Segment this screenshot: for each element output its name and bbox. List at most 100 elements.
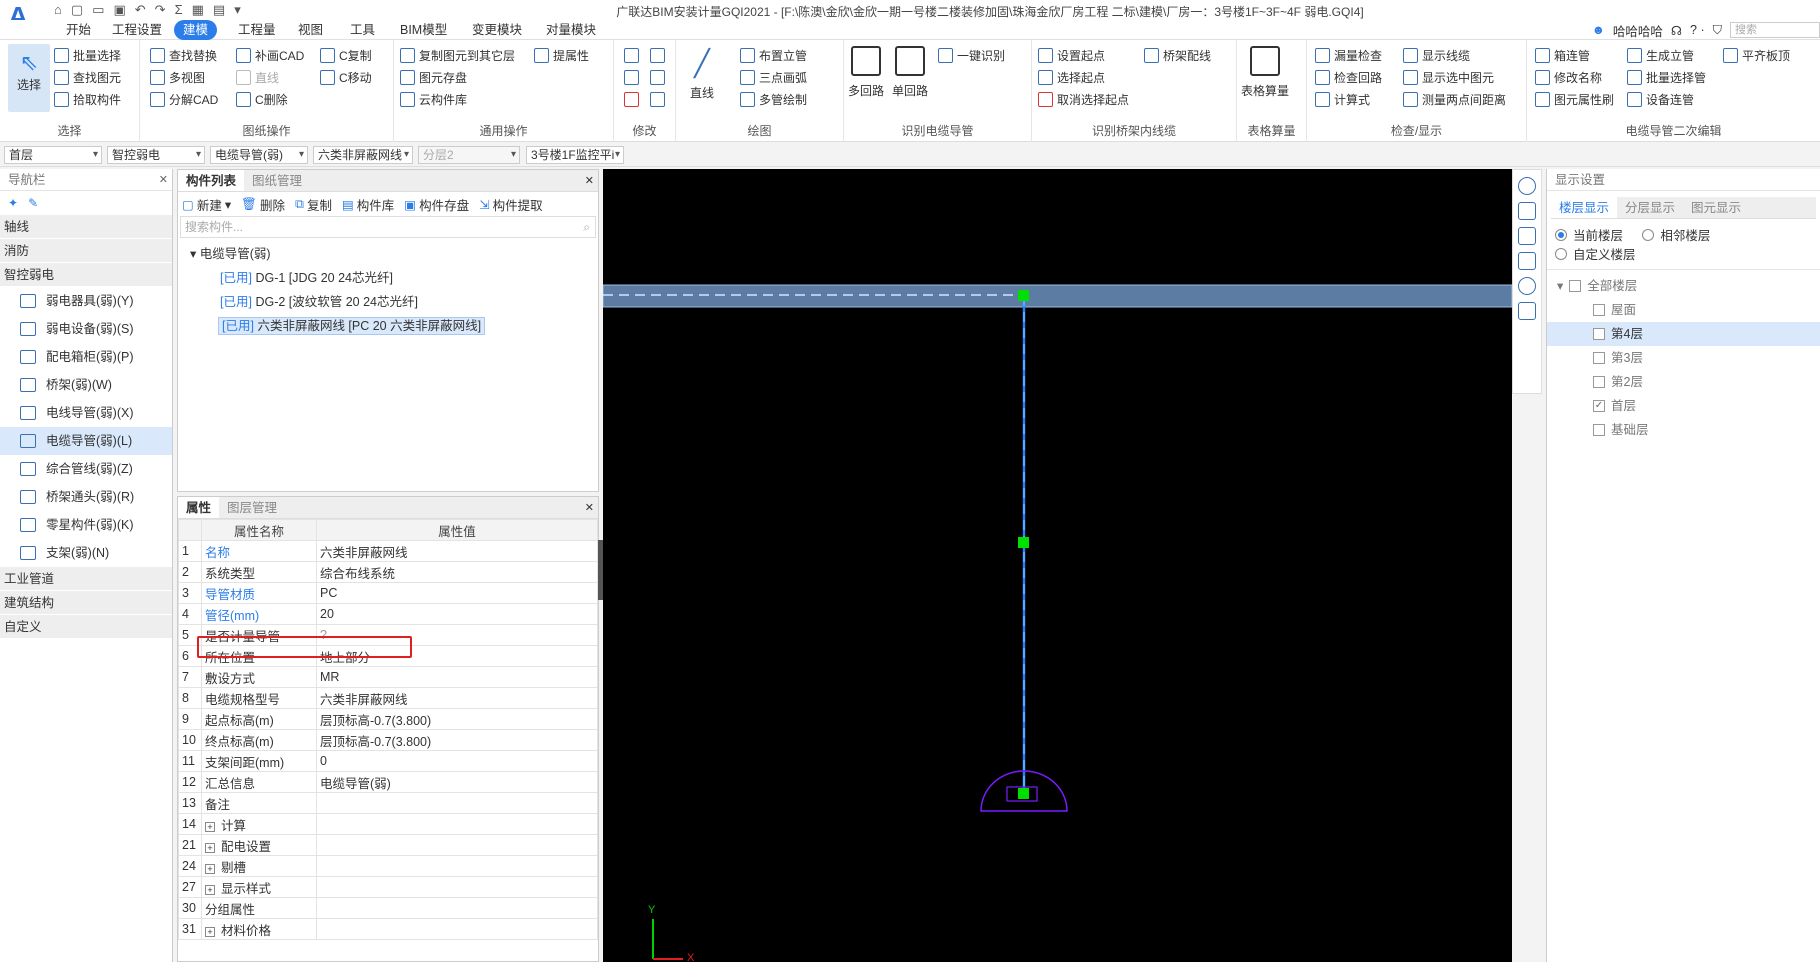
delete-icon[interactable] (624, 90, 639, 108)
nav-category-fire[interactable]: 消防 (0, 239, 172, 263)
property-value[interactable]: 0 (316, 750, 598, 772)
floor-roof[interactable]: 屋面 (1547, 298, 1820, 322)
show-selected-button[interactable]: 显示选中图元 (1403, 68, 1494, 86)
property-row[interactable]: 2 系统类型 综合布线系统 (178, 561, 598, 583)
checkbox[interactable] (1593, 304, 1605, 316)
mirror-icon[interactable] (650, 68, 665, 86)
batch-select-button[interactable]: 批量选择 (54, 46, 121, 64)
checkbox[interactable] (1593, 424, 1605, 436)
property-row[interactable]: 8 电缆规格型号 六类非屏蔽网线 (178, 687, 598, 709)
riser-button[interactable]: 布置立管 (740, 46, 807, 64)
one-click-identify-button[interactable]: 一键识别 (938, 46, 1005, 64)
nav-item-integrated-pipeline[interactable]: 综合管线(弱)(Z) (0, 455, 172, 483)
property-value[interactable]: MR (316, 666, 598, 688)
c-move-button[interactable]: C移动 (320, 68, 372, 86)
measure-distance-button[interactable]: 测量两点间距离 (1403, 90, 1506, 108)
canvas-svg[interactable]: Y X (603, 169, 1512, 962)
nav-item-device[interactable]: 弱电设备(弱)(S) (0, 315, 172, 343)
user-name[interactable]: 哈哈哈哈 (1613, 21, 1663, 40)
drawing-select[interactable]: 3号楼1F监控平i (526, 146, 624, 164)
new-button[interactable]: ▢ 新建 ▾ (182, 195, 231, 214)
menu-quantity[interactable]: 工程量 (238, 20, 276, 40)
pick-component-button[interactable]: 拾取构件 (54, 90, 121, 108)
headset-icon[interactable]: ☊ (1671, 23, 1682, 38)
menu-modeling[interactable]: 建模 (174, 20, 218, 40)
3d-icon[interactable] (1518, 202, 1536, 220)
pin-icon[interactable]: ✦ (8, 196, 18, 210)
property-value[interactable]: 20 (316, 603, 598, 625)
floor-3[interactable]: 第3层 (1547, 346, 1820, 370)
close-icon[interactable]: ✕ (585, 170, 598, 191)
help-menu[interactable]: ? · (1690, 23, 1705, 37)
property-row[interactable]: 30 分组属性 (178, 897, 598, 919)
radio-custom-floor[interactable]: 自定义楼层 (1555, 244, 1636, 263)
tab-properties[interactable]: 属性 (178, 497, 220, 518)
radio-current-floor[interactable]: 当前楼层 (1555, 225, 1623, 244)
layer-select[interactable]: 分层2 (418, 146, 520, 164)
property-value[interactable]: 六类非屏蔽网线 (316, 540, 598, 562)
radio-adjacent-floor[interactable]: 相邻楼层 (1642, 225, 1710, 244)
copy-icon[interactable] (624, 46, 639, 64)
property-row[interactable]: 27 + 显示样式 (178, 876, 598, 898)
show-cables-button[interactable]: 显示线缆 (1403, 46, 1470, 64)
close-icon[interactable]: ✕ (159, 169, 168, 191)
floor-4[interactable]: 第4层 (1547, 322, 1820, 346)
view-settings-icon[interactable] (1518, 302, 1536, 320)
multi-view-button[interactable]: 多视图 (150, 68, 205, 86)
property-row[interactable]: 13 备注 (178, 792, 598, 814)
menu-project-settings[interactable]: 工程设置 (112, 20, 162, 40)
discipline-select[interactable]: 智控弱电 (107, 146, 205, 164)
component-search-input[interactable]: 搜索构件... ⌕ (180, 216, 596, 238)
floor-all[interactable]: ▾ 全部楼层 (1547, 274, 1820, 298)
extract-button[interactable]: ⇲ 构件提取 (479, 195, 543, 214)
extract-properties-button[interactable]: 提属性 (534, 46, 589, 64)
nav-item-tray[interactable]: 桥架(弱)(W) (0, 371, 172, 399)
c-copy-button[interactable]: C复制 (320, 46, 372, 64)
property-value[interactable] (316, 918, 598, 940)
line-cad-button[interactable]: 直线 (236, 68, 279, 86)
set-start-point-button[interactable]: 设置起点 (1038, 46, 1105, 64)
top-view-icon[interactable] (1518, 252, 1536, 270)
property-row[interactable]: 11 支架间距(mm) 0 (178, 750, 598, 772)
nav-category-structure[interactable]: 建筑结构 (0, 591, 172, 615)
check-circuit-button[interactable]: 检查回路 (1315, 68, 1382, 86)
nav-item-tray-fitting[interactable]: 桥架通头(弱)(R) (0, 483, 172, 511)
nav-item-distribution-box[interactable]: 配电箱柜(弱)(P) (0, 343, 172, 371)
property-value[interactable] (316, 792, 598, 814)
property-row[interactable]: 31 + 材料价格 (178, 918, 598, 940)
explode-cad-button[interactable]: 分解CAD (150, 90, 218, 108)
property-value[interactable] (316, 834, 598, 856)
extend-icon[interactable] (650, 46, 665, 64)
nav-item-wire-conduit[interactable]: 电线导管(弱)(X) (0, 399, 172, 427)
tab-floor-display[interactable]: 楼层显示 (1551, 197, 1618, 218)
tab-layer-display[interactable]: 分层显示 (1617, 197, 1683, 218)
property-row[interactable]: 4 管径(mm) 20 (178, 603, 598, 625)
cancel-start-point-button[interactable]: 取消选择起点 (1038, 90, 1129, 108)
tree-item[interactable]: [已用] DG-2 [波纹软管 20 24芯光纤] (178, 290, 598, 314)
property-row[interactable]: 9 起点标高(m) 层顶标高-0.7(3.800) (178, 708, 598, 730)
nav-item-cable-conduit[interactable]: 电缆导管(弱)(L) (0, 427, 172, 455)
component-select[interactable]: 六类非屏蔽网线 (313, 146, 413, 164)
property-value[interactable]: 综合布线系统 (316, 561, 598, 583)
menu-bim-model[interactable]: BIM模型 (400, 20, 447, 40)
nav-item-support[interactable]: 支架(弱)(N) (0, 539, 172, 567)
property-value[interactable] (316, 813, 598, 835)
property-row[interactable]: 12 汇总信息 电缆导管(弱) (178, 771, 598, 793)
formula-button[interactable]: 计算式 (1315, 90, 1370, 108)
table-calc-button[interactable]: 表格算量 (1241, 46, 1289, 99)
property-value[interactable] (316, 897, 598, 919)
tab-element-display[interactable]: 图元显示 (1683, 197, 1749, 218)
tray-wiring-button[interactable]: 桥架配线 (1144, 46, 1211, 64)
generate-riser-button[interactable]: 生成立管 (1627, 46, 1694, 64)
tab-component-list[interactable]: 构件列表 (178, 170, 245, 191)
property-value[interactable]: 电缆导管(弱) (316, 771, 598, 793)
component-type-select[interactable]: 电缆导管(弱) (210, 146, 308, 164)
property-row[interactable]: 3 导管材质 PC (178, 582, 598, 604)
property-row[interactable]: 1 名称 六类非屏蔽网线 (178, 540, 598, 562)
nav-item-misc[interactable]: 零星构件(弱)(K) (0, 511, 172, 539)
orbit-icon[interactable] (1518, 177, 1536, 195)
cloud-library-button[interactable]: 云构件库 (400, 90, 467, 108)
shirt-icon[interactable]: ⛉ (1713, 23, 1722, 38)
checkbox[interactable] (1593, 352, 1605, 364)
box-connect-pipe-button[interactable]: 箱连管 (1535, 46, 1590, 64)
